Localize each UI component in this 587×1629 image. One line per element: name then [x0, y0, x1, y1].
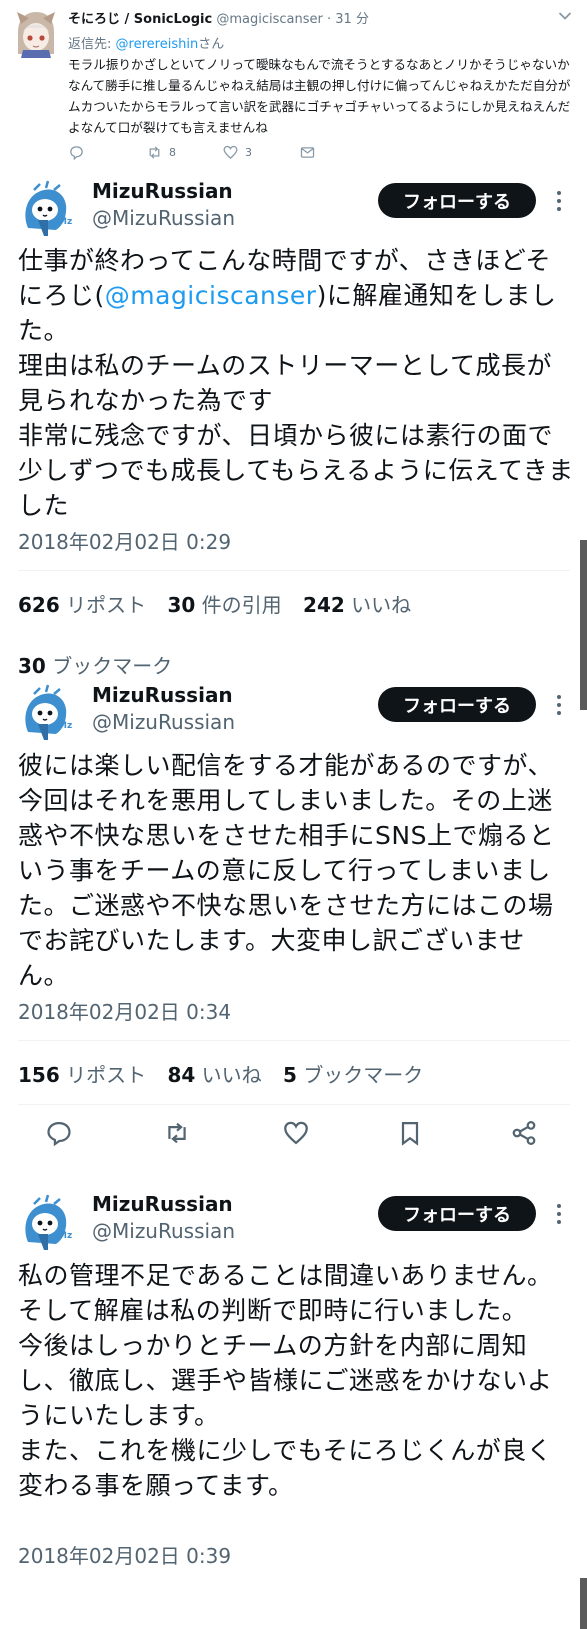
- reply-separator: ·: [326, 12, 332, 27]
- replying-to-suffix: さん: [198, 37, 225, 52]
- reposts-stat[interactable]: 156 リポスト: [18, 1063, 146, 1087]
- follow-button[interactable]: フォローする: [378, 183, 536, 218]
- reposts-label: リポスト: [66, 593, 147, 617]
- svg-text:Mz: Mz: [58, 217, 72, 227]
- divider: [18, 570, 570, 571]
- mention-link[interactable]: @magiciscanser: [105, 281, 317, 310]
- reply-actions: 8 3: [68, 144, 368, 166]
- tweet-date[interactable]: 2018年02月02日 0:39: [18, 1540, 231, 1569]
- reply-author-avatar[interactable]: [15, 10, 57, 58]
- reply-action-message[interactable]: [299, 144, 316, 161]
- more-dots-icon[interactable]: [551, 190, 567, 212]
- reply-icon: [70, 146, 83, 161]
- reply-author-line: そにろじ / SonicLogic @magiciscanser · 31 分: [68, 8, 369, 27]
- scrollbar-thumb[interactable]: [580, 1578, 587, 1629]
- tweet-2: Mz MizuRussian @MizuRussian フォローする 彼には楽し…: [0, 676, 587, 1166]
- tweet-date[interactable]: 2018年02月02日 0:34: [18, 996, 231, 1025]
- reply-action-like[interactable]: 3: [222, 144, 252, 161]
- heart-icon[interactable]: [282, 1119, 310, 1147]
- bookmark-icon[interactable]: [396, 1119, 424, 1147]
- reposts-label: リポスト: [66, 1063, 147, 1087]
- tweet-3: Mz MizuRussian @MizuRussian フォローする 私の管理不…: [0, 1188, 587, 1629]
- author-handle[interactable]: @MizuRussian: [92, 710, 235, 734]
- reply-time[interactable]: 31 分: [335, 12, 369, 27]
- more-dots-icon[interactable]: [551, 694, 567, 716]
- tweet-stats: 156 リポスト 84 いいね 5 ブックマーク: [18, 1059, 438, 1088]
- reply-tweet: そにろじ / SonicLogic @magiciscanser · 31 分 …: [0, 0, 587, 170]
- share-icon[interactable]: [510, 1119, 538, 1147]
- author-name[interactable]: MizuRussian: [92, 179, 233, 203]
- quotes-label: 件の引用: [201, 593, 282, 617]
- author-handle[interactable]: @MizuRussian: [92, 1219, 235, 1243]
- divider: [18, 1104, 570, 1105]
- scrollbar-thumb[interactable]: [580, 540, 587, 710]
- follow-button[interactable]: フォローする: [378, 1196, 536, 1231]
- tweet-action-bar: [0, 1113, 587, 1153]
- reply-icon[interactable]: [45, 1119, 73, 1147]
- bookmarks-stat[interactable]: 30 ブックマーク: [18, 650, 172, 679]
- reply-author-name[interactable]: そにろじ / SonicLogic: [68, 12, 212, 27]
- quotes-stat[interactable]: 30 件の引用: [167, 593, 281, 617]
- tweet-date[interactable]: 2018年02月02日 0:29: [18, 526, 231, 555]
- author-avatar[interactable]: Mz: [18, 1194, 75, 1251]
- heart-icon: [223, 145, 238, 160]
- bookmarks-label: ブックマーク: [52, 654, 173, 678]
- svg-text:Mz: Mz: [58, 1231, 72, 1241]
- likes-value: 84: [167, 1063, 196, 1087]
- chevron-down-icon[interactable]: [558, 11, 572, 21]
- reply-like-count: 3: [245, 146, 252, 159]
- author-handle[interactable]: @MizuRussian: [92, 206, 235, 230]
- author-avatar[interactable]: Mz: [18, 684, 75, 741]
- bookmarks-value: 5: [283, 1063, 297, 1087]
- replying-to-label: 返信先:: [68, 37, 112, 52]
- tweet-1: Mz MizuRussian @MizuRussian フォローする 仕事が終わ…: [0, 170, 587, 678]
- reply-author-handle[interactable]: @magiciscanser: [216, 12, 323, 27]
- tweet-text: 彼には楽しい配信をする才能があるのですが、今回はそれを悪用してしまいました。その…: [18, 751, 555, 990]
- svg-text:Mz: Mz: [58, 721, 72, 731]
- follow-button[interactable]: フォローする: [378, 687, 536, 722]
- tweet-text: 私の管理不足であることは間違いありません。そして解雇は私の判断で即時に行いました…: [18, 1261, 553, 1500]
- bookmarks-value: 30: [18, 654, 46, 678]
- author-name[interactable]: MizuRussian: [92, 1192, 233, 1216]
- likes-stat[interactable]: 242 いいね: [303, 593, 411, 617]
- more-dots-icon[interactable]: [551, 1203, 567, 1225]
- reposts-stat[interactable]: 626 リポスト: [18, 593, 146, 617]
- retweet-icon[interactable]: [163, 1119, 191, 1147]
- envelope-icon: [300, 147, 315, 158]
- likes-label: いいね: [351, 593, 412, 617]
- reply-retweet-count: 8: [169, 146, 176, 159]
- author-avatar[interactable]: Mz: [18, 180, 75, 237]
- divider: [18, 1040, 570, 1041]
- retweet-icon: [149, 146, 160, 159]
- reposts-value: 156: [18, 1063, 60, 1087]
- replying-to: 返信先: @rerereishinさん: [68, 33, 224, 52]
- reply-action-reply[interactable]: [68, 144, 85, 161]
- bookmarks-label: ブックマーク: [303, 1063, 424, 1087]
- likes-stat[interactable]: 84 いいね: [167, 1063, 261, 1087]
- reply-action-retweet[interactable]: 8: [146, 144, 176, 161]
- author-name[interactable]: MizuRussian: [92, 683, 233, 707]
- quotes-value: 30: [167, 593, 196, 617]
- likes-value: 242: [303, 593, 345, 617]
- replying-to-handle[interactable]: @rerereishin: [116, 37, 199, 52]
- bookmarks-stat[interactable]: 5 ブックマーク: [283, 1063, 423, 1087]
- likes-label: いいね: [201, 1063, 262, 1087]
- tweet-text: 仕事が終わってこんな時間ですが、さきほどそにろじ(@magiciscanser)…: [18, 243, 574, 523]
- reply-text: モラル振りかざしといてノリって曖昧なもんで流そうとするなあとノリかそうじゃないか…: [68, 57, 571, 135]
- tweet-text-part: )に解雇通知をしました。 理由は私のチームのストリーマーとして成長が見られなかっ…: [18, 281, 574, 520]
- reposts-value: 626: [18, 593, 60, 617]
- tweet-stats: 626 リポスト 30 件の引用 242 いいね: [18, 589, 426, 618]
